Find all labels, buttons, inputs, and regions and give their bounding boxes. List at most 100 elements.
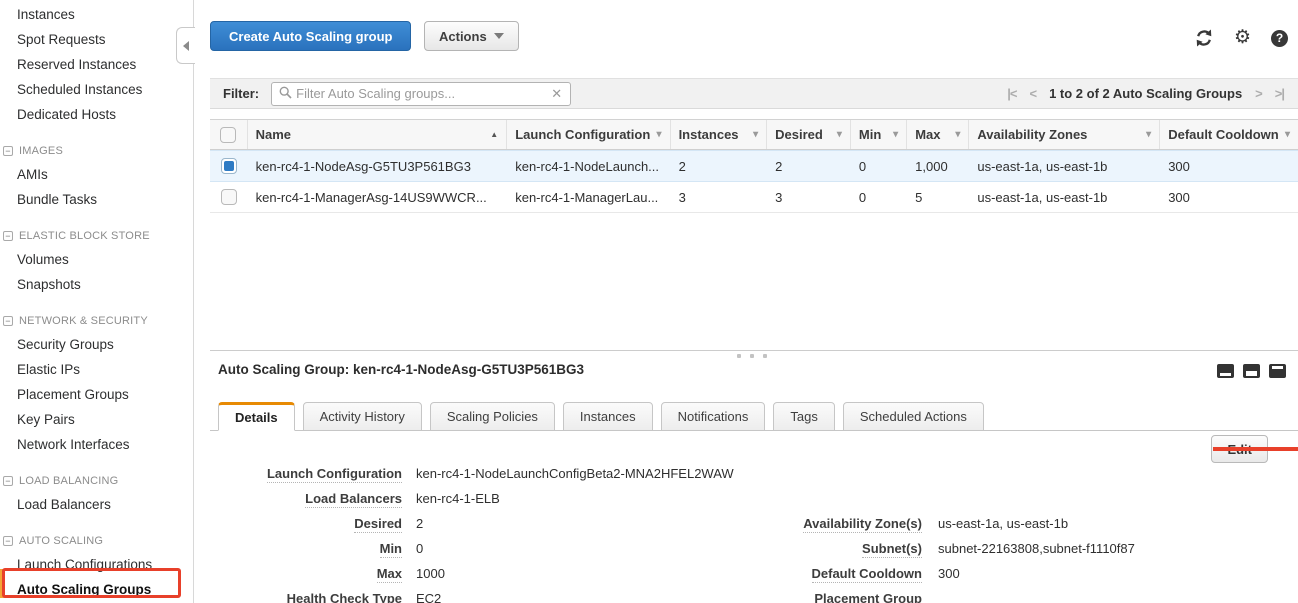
field-label: Min xyxy=(218,541,402,556)
sidebar-collapse-button[interactable] xyxy=(176,27,195,64)
cell-name: ken-rc4-1-ManagerAsg-14US9WWCR... xyxy=(248,182,508,212)
sidebar-section-header[interactable]: −ELASTIC BLOCK STORE xyxy=(0,225,193,247)
sidebar-item-bundle-tasks[interactable]: Bundle Tasks xyxy=(0,187,193,212)
sidebar-section-header[interactable]: −LOAD BALANCING xyxy=(0,470,193,492)
create-auto-scaling-group-button[interactable]: Create Auto Scaling group xyxy=(210,21,411,51)
sidebar-item-amis[interactable]: AMIs xyxy=(0,162,193,187)
sidebar-item-spot-requests[interactable]: Spot Requests xyxy=(0,27,193,52)
chevron-down-icon xyxy=(494,33,504,39)
cell-max: 1,000 xyxy=(907,151,969,181)
refresh-icon[interactable] xyxy=(1194,28,1214,48)
field-value: us-east-1a, us-east-1b xyxy=(938,516,1068,531)
column-menu-icon[interactable]: ▾ xyxy=(1285,129,1290,140)
column-header-availability-zones[interactable]: Availability Zones▾ xyxy=(969,120,1160,149)
column-header-launch-configuration[interactable]: Launch Configuration▾ xyxy=(507,120,670,149)
sidebar-item-launch-configurations[interactable]: Launch Configurations xyxy=(0,552,193,577)
tab-instances[interactable]: Instances xyxy=(563,402,653,431)
row-checkbox[interactable] xyxy=(221,158,237,174)
sidebar-item-network-interfaces[interactable]: Network Interfaces xyxy=(0,432,193,457)
sidebar-section-header[interactable]: −IMAGES xyxy=(0,140,193,162)
sidebar-item-auto-scaling-groups[interactable]: Auto Scaling Groups xyxy=(0,577,193,602)
field-label: Subnet(s) xyxy=(770,541,922,556)
collapse-section-icon[interactable]: − xyxy=(3,316,13,326)
sidebar-item-reserved-instances[interactable]: Reserved Instances xyxy=(0,52,193,77)
edit-button[interactable]: Edit xyxy=(1211,435,1268,463)
table-row[interactable]: ken-rc4-1-NodeAsg-G5TU3P561BG3ken-rc4-1-… xyxy=(210,150,1298,182)
tab-activity-history[interactable]: Activity History xyxy=(303,402,422,431)
detail-field-row: Placement Group xyxy=(770,591,1135,603)
column-menu-icon[interactable]: ▾ xyxy=(657,129,662,140)
column-header-desired[interactable]: Desired▾ xyxy=(767,120,851,149)
field-label: Load Balancers xyxy=(218,491,402,506)
select-all-checkbox[interactable] xyxy=(220,127,236,143)
actions-dropdown-button[interactable]: Actions xyxy=(424,21,519,51)
column-label: Default Cooldown xyxy=(1168,127,1279,142)
filter-input-wrap: ✕ xyxy=(271,82,571,106)
pane-layout-split-icon[interactable] xyxy=(1243,364,1260,378)
tab-details[interactable]: Details xyxy=(218,402,295,431)
cell-max: 5 xyxy=(907,182,969,212)
sidebar-section-header[interactable]: −AUTO SCALING xyxy=(0,530,193,552)
select-all-checkbox-cell xyxy=(210,120,248,149)
tab-scheduled-actions[interactable]: Scheduled Actions xyxy=(843,402,984,431)
column-header-default-cooldown[interactable]: Default Cooldown ▾ xyxy=(1160,120,1298,149)
column-menu-icon[interactable]: ▾ xyxy=(893,129,898,140)
split-drag-handle[interactable] xyxy=(737,354,767,358)
field-label: Placement Group xyxy=(770,591,922,603)
help-icon[interactable]: ? xyxy=(1271,30,1288,47)
sidebar-section-header[interactable]: −NETWORK & SECURITY xyxy=(0,310,193,332)
cell-instances: 3 xyxy=(671,182,768,212)
collapse-section-icon[interactable]: − xyxy=(3,231,13,241)
column-menu-icon[interactable]: ▾ xyxy=(1146,129,1151,140)
settings-gear-icon[interactable]: ⚙ xyxy=(1234,29,1251,47)
sidebar-item-placement-groups[interactable]: Placement Groups xyxy=(0,382,193,407)
pane-layout-full-icon[interactable] xyxy=(1269,364,1286,378)
tab-scaling-policies[interactable]: Scaling Policies xyxy=(430,402,555,431)
sidebar-section-label: IMAGES xyxy=(19,140,63,162)
clear-filter-icon[interactable]: ✕ xyxy=(551,86,562,102)
field-label: Launch Configuration xyxy=(218,466,402,481)
collapse-section-icon[interactable]: − xyxy=(3,536,13,546)
column-menu-icon[interactable]: ▾ xyxy=(837,129,842,140)
sidebar-item-elastic-ips[interactable]: Elastic IPs xyxy=(0,357,193,382)
field-value: ken-rc4-1-NodeLaunchConfigBeta2-MNA2HFEL… xyxy=(416,466,734,481)
pagination-last-button[interactable]: >| xyxy=(1275,86,1284,101)
column-header-max[interactable]: Max▾ xyxy=(907,120,969,149)
row-checkbox[interactable] xyxy=(221,189,237,205)
auto-scaling-groups-table: Name▲Launch Configuration▾Instances▾Desi… xyxy=(210,119,1298,213)
main-content: Create Auto Scaling group Actions ⚙ ? Fi… xyxy=(210,0,1298,603)
detail-field-row: Min 0 xyxy=(218,541,734,566)
cell-availability-zones: us-east-1a, us-east-1b xyxy=(969,151,1160,181)
column-header-min[interactable]: Min▾ xyxy=(851,120,907,149)
field-value: EC2 xyxy=(416,591,441,603)
sidebar-item-snapshots[interactable]: Snapshots xyxy=(0,272,193,297)
collapse-section-icon[interactable]: − xyxy=(3,476,13,486)
sort-ascending-icon[interactable]: ▲ xyxy=(490,130,498,139)
table-row[interactable]: ken-rc4-1-ManagerAsg-14US9WWCR...ken-rc4… xyxy=(210,182,1298,213)
sidebar-item-scheduled-instances[interactable]: Scheduled Instances xyxy=(0,77,193,102)
pagination-first-button[interactable]: |< xyxy=(1007,86,1016,101)
pagination-prev-button[interactable]: < xyxy=(1029,86,1036,101)
sidebar-nav: InstancesSpot RequestsReserved Instances… xyxy=(0,0,193,603)
field-label: Desired xyxy=(218,516,402,531)
tab-tags[interactable]: Tags xyxy=(773,402,834,431)
column-header-instances[interactable]: Instances▾ xyxy=(671,120,768,149)
tab-notifications[interactable]: Notifications xyxy=(661,402,766,431)
sidebar-item-key-pairs[interactable]: Key Pairs xyxy=(0,407,193,432)
sidebar-item-load-balancers[interactable]: Load Balancers xyxy=(0,492,193,517)
column-menu-icon[interactable]: ▾ xyxy=(955,129,960,140)
sidebar-item-instances[interactable]: Instances xyxy=(0,2,193,27)
collapse-section-icon[interactable]: − xyxy=(3,146,13,156)
pane-layout-bottom-icon[interactable] xyxy=(1217,364,1234,378)
pagination-next-button[interactable]: > xyxy=(1255,86,1262,101)
field-value: 0 xyxy=(416,541,423,556)
filter-input[interactable] xyxy=(292,84,551,104)
sidebar-item-volumes[interactable]: Volumes xyxy=(0,247,193,272)
sidebar-item-security-groups[interactable]: Security Groups xyxy=(0,332,193,357)
actions-label: Actions xyxy=(439,29,487,44)
column-menu-icon[interactable]: ▾ xyxy=(753,129,758,140)
sidebar-item-dedicated-hosts[interactable]: Dedicated Hosts xyxy=(0,102,193,127)
sidebar-divider xyxy=(193,0,194,603)
column-header-name[interactable]: Name▲ xyxy=(248,120,508,149)
cell-availability-zones: us-east-1a, us-east-1b xyxy=(969,182,1160,212)
